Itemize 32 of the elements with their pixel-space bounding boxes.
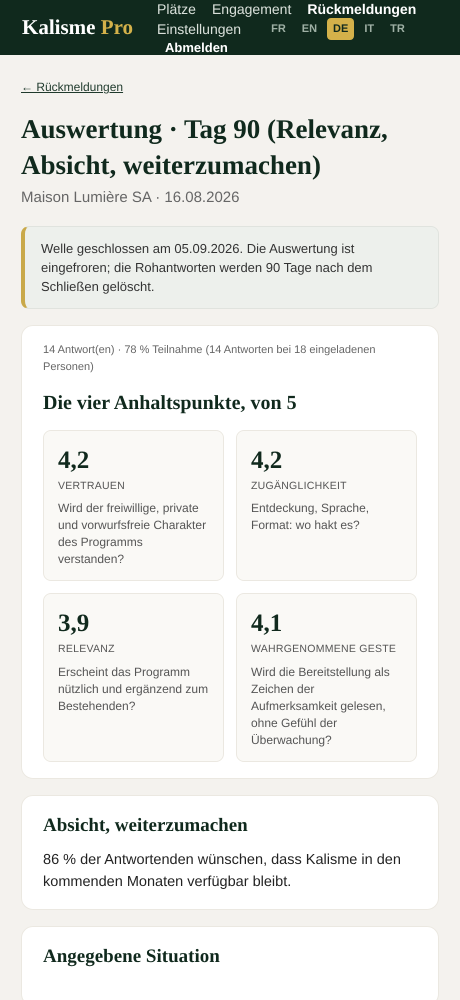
nav-link[interactable]: Einstellungen — [157, 20, 242, 38]
subtitle: Maison Lumière SA · 16.08.2026 — [21, 188, 240, 208]
section-heading: Die vier Anhaltspunkte, von 5 — [43, 390, 298, 416]
indicator-question: Wird die Bereitstellung als Zeichen der Aufmerksamkeit gelesen, ohne Gefühl der Überwachung? — [251, 664, 391, 749]
nav-link[interactable]: Rückmeldungen — [307, 0, 416, 18]
indicator-question: Entdeckung, Sprache, Format: wo hakt es? — [251, 500, 370, 534]
indicator-label: ZUGÄNGLICHKEIT — [251, 478, 348, 494]
language-button[interactable]: TR — [384, 18, 411, 40]
nav-link[interactable]: Engagement — [212, 0, 292, 18]
section-heading: Absicht, weiterzumachen — [43, 814, 249, 838]
page-title: Auswertung · Tag 90 (Relevanz, Absicht, weiterzumachen) — [21, 113, 389, 182]
language-button[interactable]: IT — [358, 18, 380, 40]
logo[interactable]: Kalisme Pro — [22, 12, 134, 44]
intent-text: 86 % der Antwortenden wünschen, dass Kalisme in den kommenden Monaten verfügbar bleibt. — [43, 850, 402, 892]
indicator-question: Wird der freiwillige, private und vorwurfsfreie Charakter des Programms verstanden? — [58, 500, 208, 568]
participation-text: 14 Antwort(en) · 78 % Teilnahme (14 Antworten bei 18 eingeladenen Personen) — [43, 342, 376, 374]
indicator-label: VERTRAUEN — [58, 478, 126, 494]
section-heading: Angegebene Situation — [43, 944, 221, 968]
score-value: 4,2 — [58, 446, 90, 474]
indicator-question: Erscheint das Programm nützlich und ergänzend zum Bestehenden? — [58, 664, 209, 715]
indicator-label: RELEVANZ — [58, 642, 116, 658]
score-value: 3,9 — [58, 610, 90, 638]
logout-link[interactable]: Abmelden — [165, 40, 228, 55]
language-button[interactable]: FR — [265, 18, 292, 40]
language-button[interactable]: EN — [296, 18, 324, 40]
score-value: 4,2 — [251, 446, 284, 474]
nav-link[interactable]: Plätze — [157, 0, 196, 18]
indicator-label: WAHRGENOMMENE GESTE — [251, 642, 398, 658]
back-link[interactable]: ← Rückmeldungen — [21, 80, 124, 94]
notice-banner: Welle geschlossen am 05.09.2026. Die Auswertung ist eingefroren; die Rohantworten werden 90 Tage nach dem Schließen gelöscht. — [21, 226, 439, 308]
score-value: 4,1 — [251, 610, 284, 638]
language-button[interactable]: DE — [327, 18, 354, 40]
